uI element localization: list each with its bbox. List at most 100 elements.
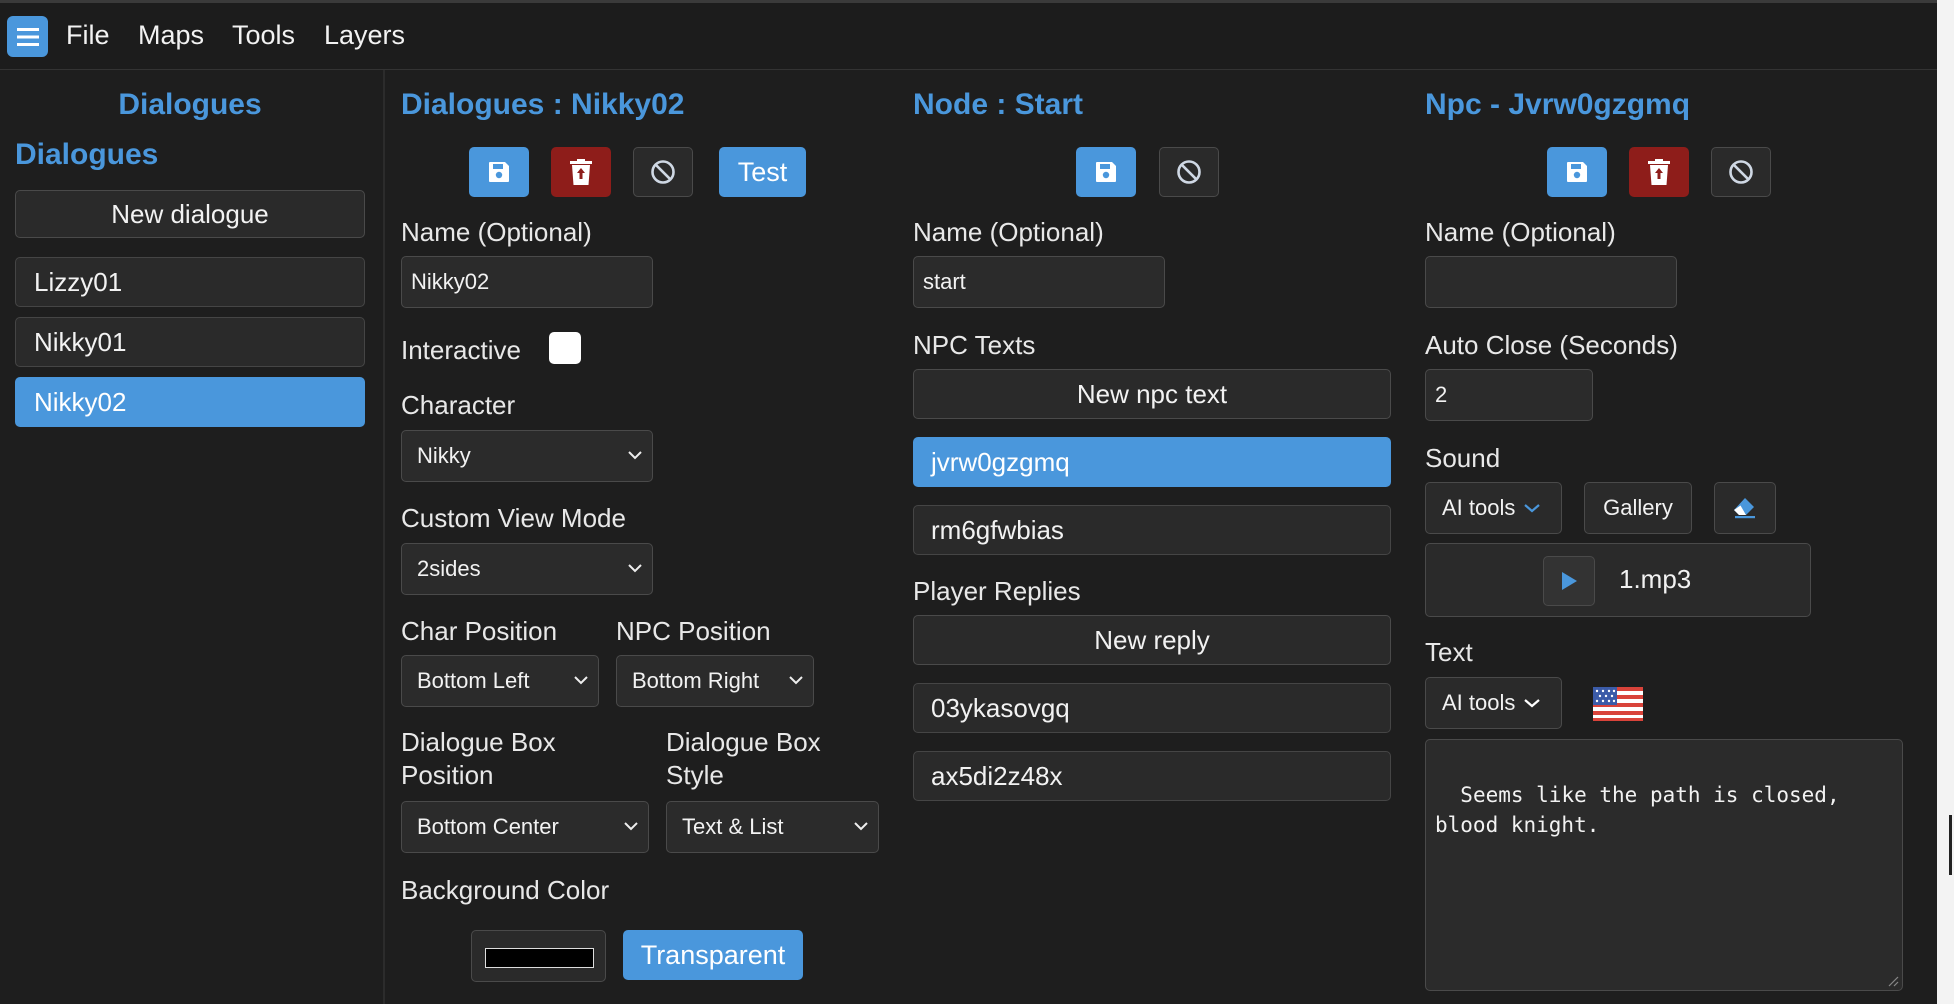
npc-text-item-rm6gfwbias[interactable]: rm6gfwbias (913, 505, 1391, 555)
trash-icon (1648, 159, 1670, 185)
box-style-label: Dialogue Box Style (666, 727, 821, 790)
chevron-down-icon (789, 676, 803, 685)
new-npc-text-button[interactable]: New npc text (913, 369, 1391, 419)
chevron-down-icon (1524, 699, 1541, 708)
node-name-input[interactable] (913, 256, 1165, 308)
character-label: Character (401, 390, 516, 420)
chevron-down-icon (628, 451, 642, 460)
player-replies-label: Player Replies (913, 576, 1081, 606)
play-sound-button[interactable] (1543, 556, 1595, 606)
hamburger-icon (16, 27, 39, 46)
npc-text-content: Seems like the path is closed, blood kni… (1435, 783, 1840, 837)
ban-icon (651, 160, 675, 184)
menu-maps[interactable]: Maps (138, 20, 204, 51)
node-save-button[interactable] (1076, 147, 1136, 197)
npc-name-input[interactable] (1425, 256, 1677, 308)
character-select-value: Nikky (417, 443, 471, 468)
npc-position-select[interactable]: Bottom Right (616, 655, 814, 707)
sound-ai-tools-label: AI tools (1442, 495, 1516, 520)
box-position-select[interactable]: Bottom Center (401, 801, 649, 853)
reply-item-03ykasovgq[interactable]: 03ykasovgq (913, 683, 1391, 733)
char-position-label: Char Position (401, 616, 558, 646)
box-style-select[interactable]: Text & List (666, 801, 879, 853)
interactive-label: Interactive (401, 335, 521, 365)
bg-color-picker[interactable] (471, 930, 606, 982)
npc-cancel-button[interactable] (1711, 147, 1771, 197)
npc-position-select-value: Bottom Right (632, 668, 760, 693)
dialogue-save-button[interactable] (469, 147, 529, 197)
ban-icon (1177, 160, 1201, 184)
reply-item-ax5di2z48x[interactable]: ax5di2z48x (913, 751, 1391, 801)
eraser-icon (1734, 498, 1755, 519)
sidebar-title: Dialogues (118, 88, 262, 121)
node-name-label: Name (Optional) (913, 217, 1104, 247)
node-cancel-button[interactable] (1159, 147, 1219, 197)
hamburger-menu-button[interactable] (7, 16, 48, 57)
chevron-down-icon (854, 822, 868, 831)
save-icon (1096, 162, 1116, 182)
clear-sound-button[interactable] (1714, 482, 1776, 534)
dialogue-panel-title: Dialogues : Nikky02 (401, 88, 685, 121)
dialogue-cancel-button[interactable] (633, 147, 693, 197)
save-icon (1567, 162, 1587, 182)
resize-handle-icon[interactable] (1887, 975, 1899, 987)
gallery-button[interactable]: Gallery (1584, 482, 1692, 534)
npc-delete-button[interactable] (1629, 147, 1689, 197)
new-dialogue-button[interactable]: New dialogue (15, 190, 365, 238)
dialogue-item-nikky02[interactable]: Nikky02 (15, 377, 365, 427)
char-position-select[interactable]: Bottom Left (401, 655, 599, 707)
auto-close-input[interactable] (1425, 369, 1593, 421)
view-mode-select-value: 2sides (417, 556, 481, 581)
chevron-down-icon (1524, 504, 1541, 513)
chevron-down-icon (624, 822, 638, 831)
dialogue-name-label: Name (Optional) (401, 217, 592, 247)
npc-name-label: Name (Optional) (1425, 217, 1616, 247)
dialogue-test-button[interactable]: Test (719, 147, 806, 197)
dialogues-sidebar: Dialogues Dialogues New dialogue Lizzy01… (0, 70, 385, 1004)
menu-tools[interactable]: Tools (232, 20, 295, 51)
chevron-down-icon (628, 564, 642, 573)
text-ai-tools-dropdown[interactable]: AI tools (1425, 677, 1562, 729)
scrollbar-thumb[interactable] (1949, 815, 1952, 875)
dialogue-delete-button[interactable] (551, 147, 611, 197)
npc-position-label: NPC Position (616, 616, 771, 646)
view-mode-select[interactable]: 2sides (401, 543, 653, 595)
play-icon (1562, 572, 1577, 590)
view-mode-label: Custom View Mode (401, 503, 626, 533)
npc-save-button[interactable] (1547, 147, 1607, 197)
trash-icon (570, 159, 592, 185)
auto-close-label: Auto Close (Seconds) (1425, 330, 1678, 360)
menu-bar: File Maps Tools Layers (0, 3, 1954, 70)
sidebar-subtitle: Dialogues (15, 138, 159, 171)
menu-file[interactable]: File (66, 20, 110, 51)
text-ai-tools-label: AI tools (1442, 690, 1516, 715)
text-label: Text (1425, 637, 1473, 667)
box-position-label: Dialogue Box Position (401, 727, 556, 790)
box-position-select-value: Bottom Center (417, 814, 559, 839)
char-position-select-value: Bottom Left (417, 668, 530, 693)
dialogue-name-input[interactable] (401, 256, 653, 308)
bg-color-label: Background Color (401, 875, 610, 905)
new-reply-button[interactable]: New reply (913, 615, 1391, 665)
npc-text-item-jvrw0gzgmq[interactable]: jvrw0gzgmq (913, 437, 1391, 487)
bg-color-swatch (485, 948, 594, 968)
ban-icon (1729, 160, 1753, 184)
save-icon (489, 162, 509, 182)
dialogue-item-nikky01[interactable]: Nikky01 (15, 317, 365, 367)
sound-player: 1.mp3 (1425, 543, 1811, 617)
interactive-checkbox[interactable] (549, 332, 581, 364)
menu-layers[interactable]: Layers (324, 20, 405, 51)
npc-texts-label: NPC Texts (913, 330, 1036, 360)
node-panel-title: Node : Start (913, 88, 1084, 121)
transparent-button[interactable]: Transparent (623, 930, 803, 980)
us-flag-icon[interactable] (1593, 687, 1643, 721)
npc-text-textarea[interactable]: Seems like the path is closed, blood kni… (1425, 739, 1903, 991)
sound-ai-tools-dropdown[interactable]: AI tools (1425, 482, 1562, 534)
sound-label: Sound (1425, 443, 1501, 473)
sound-file-name: 1.mp3 (1619, 564, 1692, 594)
box-style-select-value: Text & List (682, 814, 784, 839)
character-select[interactable]: Nikky (401, 430, 653, 482)
chevron-down-icon (574, 676, 588, 685)
npc-panel-title: Npc - Jvrw0gzgmq (1425, 88, 1691, 121)
dialogue-item-lizzy01[interactable]: Lizzy01 (15, 257, 365, 307)
